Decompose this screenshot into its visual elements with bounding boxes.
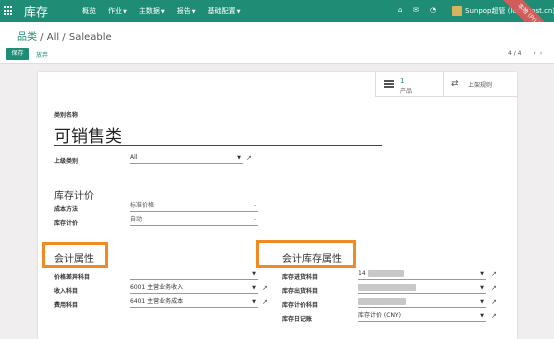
- income-account-label: 收入科目: [54, 288, 79, 295]
- inventory-valuation-title: 库存计价: [54, 191, 94, 202]
- smart-button-box: 1 产品 ⇄ 上架规则: [375, 72, 517, 97]
- valuation-select[interactable]: 自动 -: [130, 216, 258, 226]
- putaway-rules-label: 上架规则: [468, 82, 493, 89]
- chevron-down-icon: ▼: [252, 285, 256, 291]
- home-icon[interactable]: ⌂: [398, 6, 402, 14]
- chevron-down-icon: -: [254, 203, 256, 209]
- costing-method-select[interactable]: 标准价格 -: [130, 202, 258, 212]
- products-count: 1: [400, 77, 405, 85]
- price-difference-account-select[interactable]: ▼: [130, 270, 258, 280]
- menu-item-configuration[interactable]: 基础配置▼: [208, 6, 241, 16]
- chevron-down-icon: ▼: [236, 9, 241, 15]
- redacted-value: [367, 270, 404, 277]
- income-account-select[interactable]: 6001 主营业务收入 ▼: [130, 284, 258, 294]
- external-link-icon[interactable]: ↗: [491, 298, 497, 306]
- redacted-value: [358, 298, 406, 305]
- app-brand[interactable]: 库存: [24, 3, 48, 20]
- breadcrumb-separator: /: [37, 32, 47, 43]
- stock-valuation-account-label: 库存计价科目: [282, 302, 319, 309]
- chevron-down-icon: ▼: [480, 313, 484, 319]
- chevron-down-icon: ▼: [480, 271, 484, 277]
- breadcrumb: 品类 / All / Saleable: [17, 28, 112, 43]
- putaway-rules-smart-button[interactable]: ⇄ 上架规则: [443, 72, 517, 97]
- menu-item-master-data[interactable]: 主数据▼: [139, 6, 165, 16]
- discard-button[interactable]: 放弃: [36, 50, 48, 59]
- stock-journal-select[interactable]: 库存计价 (CNY) ▼: [358, 312, 486, 322]
- category-name-label: 类别名称: [54, 112, 79, 119]
- stock-valuation-account-select[interactable]: ▼: [358, 298, 486, 308]
- price-difference-account-label: 价格差异科目: [54, 274, 91, 281]
- chevron-down-icon: ▼: [252, 271, 256, 277]
- stock-output-account-label: 库存出货科目: [282, 288, 319, 295]
- stock-properties-title: 会计库存属性: [282, 254, 342, 265]
- valuation-label: 库存计价: [54, 220, 79, 227]
- avatar: [452, 6, 462, 16]
- control-panel: 品类 / All / Saleable 保存 放弃 4 / 4 ‹›: [0, 22, 554, 64]
- expense-account-select[interactable]: 6401 主营业务成本 ▼: [130, 298, 258, 308]
- stock-input-account-label: 库存进货科目: [282, 274, 319, 281]
- menu-item-reporting[interactable]: 报告▼: [177, 6, 196, 16]
- pager-next-icon[interactable]: ›: [540, 50, 546, 57]
- products-label: 产品: [400, 88, 413, 95]
- chevron-down-icon: ▼: [123, 9, 127, 15]
- user-name: Sunpop超管 (localhost.cn): [465, 7, 554, 15]
- parent-category-select[interactable]: All ▼: [130, 154, 243, 164]
- chevron-down-icon: ▼: [480, 285, 484, 291]
- costing-method-label: 成本方法: [54, 206, 79, 213]
- chevron-down-icon: ▼: [237, 155, 241, 161]
- activity-clock-icon[interactable]: ◔: [430, 6, 436, 14]
- external-link-icon[interactable]: ↗: [262, 284, 268, 292]
- apps-menu-icon[interactable]: [4, 6, 14, 16]
- breadcrumb-current: All / Saleable: [46, 32, 112, 43]
- expense-account-label: 费用科目: [54, 302, 79, 309]
- stock-output-account-select[interactable]: ▼: [358, 284, 486, 294]
- chevron-down-icon: -: [254, 217, 256, 223]
- external-link-icon[interactable]: ↗: [491, 312, 497, 320]
- products-smart-button[interactable]: 1 产品: [375, 72, 443, 97]
- category-name-field[interactable]: 可销售类: [54, 122, 122, 147]
- form-sheet: 1 产品 ⇄ 上架规则 类别名称 可销售类 上级类别 All ▼ ↗ 库存计价 成…: [38, 72, 517, 339]
- save-button[interactable]: 保存: [6, 48, 29, 60]
- external-link-icon[interactable]: ↗: [246, 154, 252, 162]
- chevron-down-icon: ▼: [480, 299, 484, 305]
- pager: 4 / 4 ‹›: [508, 50, 546, 57]
- external-link-icon[interactable]: ↗: [491, 270, 497, 278]
- menu-item-operations[interactable]: 作业▼: [108, 6, 127, 16]
- breadcrumb-root-link[interactable]: 品类: [17, 32, 37, 43]
- external-link-icon[interactable]: ↗: [262, 298, 268, 306]
- main-menu: 概览 作业▼ 主数据▼ 报告▼ 基础配置▼: [82, 6, 252, 16]
- stock-journal-label: 库存日记账: [282, 316, 313, 323]
- chevron-down-icon: ▼: [252, 299, 256, 305]
- chevron-down-icon: ▼: [191, 9, 196, 15]
- chevron-down-icon: ▼: [160, 9, 165, 15]
- stock-input-account-select[interactable]: 14 ▼: [358, 270, 486, 280]
- pager-value[interactable]: 4 / 4: [508, 50, 521, 57]
- category-name-underline: [54, 145, 382, 146]
- menu-item-overview[interactable]: 概览: [82, 6, 96, 16]
- redacted-value: [358, 284, 416, 291]
- chat-icon[interactable]: ✉: [413, 6, 419, 14]
- list-icon: [384, 80, 394, 88]
- account-properties-title: 会计属性: [54, 254, 94, 265]
- external-link-icon[interactable]: ↗: [491, 284, 497, 292]
- parent-category-label: 上级类别: [54, 158, 79, 165]
- top-navbar: 库存 概览 作业▼ 主数据▼ 报告▼ 基础配置▼ ⌂ ✉ ◔ Sunpop超管 …: [0, 0, 554, 52]
- shuffle-icon: ⇄: [451, 79, 459, 89]
